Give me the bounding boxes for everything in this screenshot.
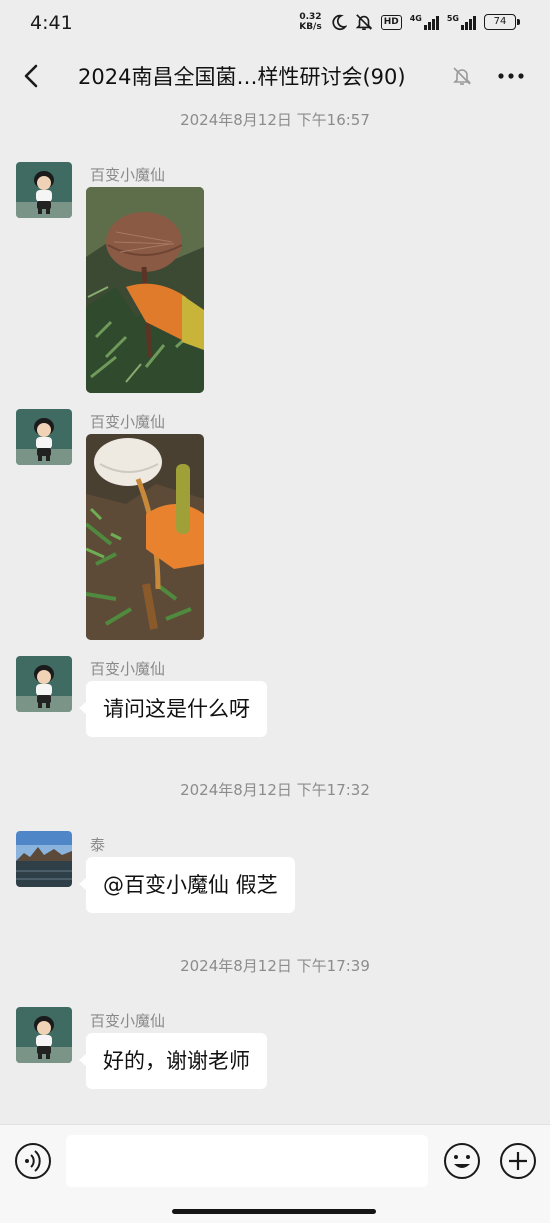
sender-name: 百变小魔仙 bbox=[90, 660, 166, 678]
home-indicator bbox=[172, 1209, 376, 1214]
status-time: 4:41 bbox=[30, 12, 73, 34]
message-bubble[interactable]: 好的，谢谢老师 bbox=[79, 1033, 267, 1089]
mushroom-photo-image bbox=[86, 434, 204, 640]
message-bubble[interactable]: @百变小魔仙 假芝 bbox=[79, 857, 295, 913]
avatar[interactable] bbox=[16, 409, 72, 465]
chat-title[interactable]: 2024南昌全国菌…样性研讨会(90) bbox=[78, 61, 406, 91]
sender-name: 泰 bbox=[90, 836, 106, 854]
back-icon[interactable] bbox=[18, 62, 46, 90]
signal-5g-icon: 5G bbox=[447, 14, 476, 30]
message-timestamp: 2024年8月12日 下午17:39 bbox=[180, 957, 370, 975]
message-input[interactable] bbox=[66, 1135, 428, 1187]
avatar[interactable] bbox=[16, 1007, 72, 1063]
avatar[interactable] bbox=[16, 162, 72, 218]
sender-name: 百变小魔仙 bbox=[90, 166, 166, 184]
cartoon-avatar-icon bbox=[16, 1007, 72, 1063]
mushroom-photo-image bbox=[86, 187, 204, 393]
sender-name: 百变小魔仙 bbox=[90, 1012, 166, 1030]
battery-icon: 74 bbox=[484, 14, 520, 30]
message-bubble[interactable]: 请问这是什么呀 bbox=[79, 681, 267, 737]
network-speed: 0.32 KB/s bbox=[299, 12, 322, 32]
status-icons: 0.32 KB/s HD 4G 5G 74 bbox=[299, 12, 520, 32]
message-photo[interactable] bbox=[86, 434, 204, 640]
avatar[interactable] bbox=[16, 831, 72, 887]
hd-badge: HD bbox=[380, 14, 402, 30]
status-bar: 4:41 0.32 KB/s HD 4G 5G 74 bbox=[0, 0, 550, 50]
notifications-off-icon bbox=[355, 14, 372, 31]
cartoon-avatar-icon bbox=[16, 409, 72, 465]
voice-icon[interactable] bbox=[14, 1142, 52, 1180]
chat-header: 2024南昌全国菌…样性研讨会(90) bbox=[0, 50, 550, 102]
mute-bell-icon bbox=[453, 67, 471, 85]
plus-icon[interactable] bbox=[499, 1142, 537, 1180]
message-timestamp: 2024年8月12日 下午17:32 bbox=[180, 781, 370, 799]
landscape-avatar-icon bbox=[16, 831, 72, 887]
sender-name: 百变小魔仙 bbox=[90, 413, 166, 431]
cartoon-avatar-icon bbox=[16, 162, 72, 218]
moon-icon bbox=[332, 14, 347, 30]
more-icon[interactable] bbox=[496, 64, 526, 88]
signal-4g-icon: 4G bbox=[410, 14, 439, 30]
message-photo[interactable] bbox=[86, 187, 204, 393]
cartoon-avatar-icon bbox=[16, 656, 72, 712]
message-timestamp: 2024年8月12日 下午16:57 bbox=[180, 111, 370, 129]
emoji-icon[interactable] bbox=[443, 1142, 481, 1180]
avatar[interactable] bbox=[16, 656, 72, 712]
